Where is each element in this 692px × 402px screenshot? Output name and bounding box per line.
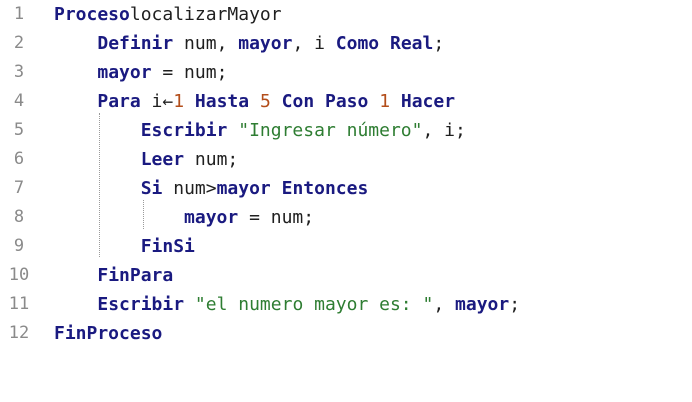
code-token: num; (184, 149, 239, 170)
code-line[interactable]: 2 Definir num, mayor, i Como Real; (0, 29, 692, 58)
line-number: 2 (13, 33, 25, 53)
number-token: 1 (379, 91, 391, 112)
code-line[interactable]: 10 FinPara (0, 261, 692, 290)
keyword-token: Leer (140, 149, 185, 170)
line-number: 5 (13, 120, 25, 140)
keyword-token: Escribir (140, 120, 228, 141)
keyword-token: Con Paso (281, 91, 369, 112)
keyword-token: Definir (97, 33, 174, 54)
code-token: localizarMayor (129, 4, 282, 25)
code-token: num, (173, 33, 239, 54)
keyword-token: mayor (184, 207, 239, 228)
line-number: 9 (13, 236, 25, 256)
number-token: 5 (259, 91, 271, 112)
code-line[interactable]: 12 FinProceso (0, 319, 692, 348)
line-number: 4 (13, 91, 25, 111)
code-editor[interactable]: 1 ProcesolocalizarMayor 2 Definir num, may… (0, 0, 692, 402)
code-text[interactable]: FinSi (54, 232, 195, 261)
code-text[interactable]: mayor = num; (54, 58, 227, 87)
line-number: 12 (8, 323, 30, 343)
code-text[interactable]: FinProceso (54, 319, 162, 348)
code-line[interactable]: 7 Si num>mayor Entonces (0, 174, 692, 203)
code-token: = num; (151, 62, 228, 83)
code-text[interactable]: Para i←1 Hasta 5 Con Paso 1 Hacer (54, 87, 455, 116)
code-token: num> (162, 178, 217, 199)
code-text[interactable]: Definir num, mayor, i Como Real; (54, 29, 444, 58)
string-token: "Ingresar número" (238, 120, 423, 141)
keyword-token: mayor (97, 62, 152, 83)
keyword-token: Si (140, 178, 163, 199)
keyword-token: Hasta (194, 91, 250, 112)
keyword-token: Para (97, 91, 141, 112)
keyword-token: Como Real (335, 33, 434, 54)
code-line[interactable]: 1 ProcesolocalizarMayor (0, 0, 692, 29)
line-number: 8 (13, 207, 25, 227)
line-number: 3 (13, 62, 25, 82)
code-line[interactable]: 8 mayor = num; (0, 203, 692, 232)
keyword-token: FinSi (140, 236, 195, 257)
code-line[interactable]: 6 Leer num; (0, 145, 692, 174)
code-token: i← (140, 91, 174, 112)
keyword-token: mayor (216, 178, 271, 199)
keyword-token: FinPara (97, 265, 174, 286)
keyword-token: Hacer (400, 91, 456, 112)
code-token: , i; (422, 120, 466, 141)
keyword-token: Escribir (97, 294, 185, 315)
code-token: = num; (238, 207, 315, 228)
keyword-token: mayor (455, 294, 510, 315)
code-text[interactable]: Escribir "el numero mayor es: ", mayor; (54, 290, 520, 319)
code-line[interactable]: 5 Escribir "Ingresar número", i; (0, 116, 692, 145)
code-text[interactable]: Si num>mayor Entonces (54, 174, 369, 203)
line-number: 10 (8, 265, 30, 285)
code-line[interactable]: 4 Para i←1 Hasta 5 Con Paso 1 Hacer (0, 87, 692, 116)
code-line[interactable]: 3 mayor = num; (0, 58, 692, 87)
keyword-token: FinProceso (54, 323, 163, 344)
code-text[interactable]: Leer num; (54, 145, 239, 174)
keyword-token: Proceso (54, 4, 130, 25)
line-number: 1 (13, 4, 25, 24)
code-line[interactable]: 11 Escribir "el numero mayor es: ", mayo… (0, 290, 692, 319)
keyword-token: Entonces (281, 178, 369, 199)
code-text[interactable]: FinPara (54, 261, 173, 290)
code-text[interactable]: ProcesolocalizarMayor (54, 0, 282, 29)
keyword-token: mayor (238, 33, 293, 54)
code-line[interactable]: 9 FinSi (0, 232, 692, 261)
number-token: 1 (173, 91, 185, 112)
line-number: 6 (13, 149, 25, 169)
code-token: ; (433, 33, 445, 54)
code-token: ; (509, 294, 521, 315)
string-token: "el numero mayor es: " (194, 294, 434, 315)
line-number: 7 (13, 178, 25, 198)
code-token: , i (292, 33, 336, 54)
code-text[interactable]: Escribir "Ingresar número", i; (54, 116, 466, 145)
code-text[interactable]: mayor = num; (54, 203, 314, 232)
code-token: , (433, 294, 456, 315)
line-number: 11 (8, 294, 30, 314)
